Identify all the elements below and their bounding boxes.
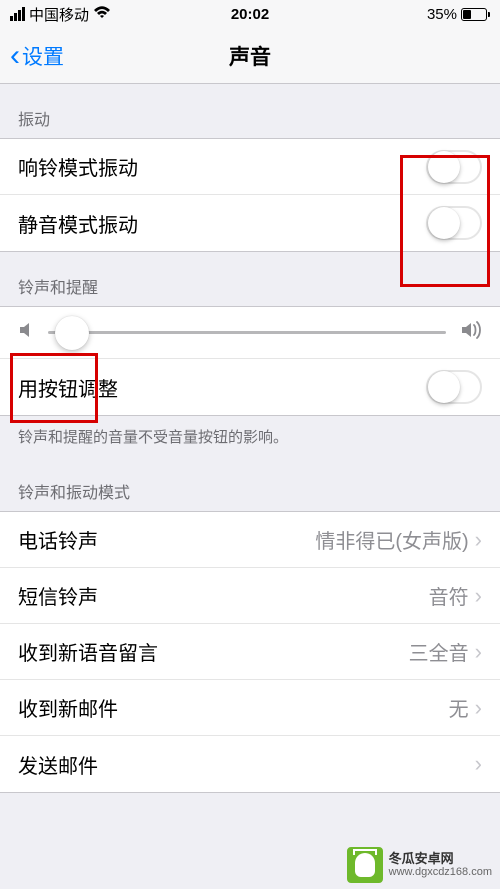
chevron-right-icon: › (475, 527, 482, 553)
chevron-right-icon: › (475, 751, 482, 777)
cell-label: 发送邮件 (18, 750, 98, 779)
signal-icon (10, 7, 25, 21)
chevron-right-icon: › (475, 583, 482, 609)
section-header-vibration: 振动 (0, 84, 500, 138)
cell-value: 三全音 (409, 637, 469, 666)
sounds-group: 电话铃声 情非得已(女声版) › 短信铃声 音符 › 收到新语音留言 三全音 ›… (0, 511, 500, 793)
back-label: 设置 (22, 41, 64, 71)
section-header-sounds: 铃声和振动模式 (0, 457, 500, 511)
battery-icon (461, 8, 490, 21)
toggle-silent-vibrate[interactable] (426, 206, 482, 240)
status-bar: 中国移动 20:02 35% (0, 0, 500, 28)
cell-value: 情非得已(女声版) (315, 525, 468, 554)
slider-knob[interactable] (55, 316, 89, 350)
watermark: 冬瓜安卓网 www.dgxcdz168.com (347, 847, 492, 883)
cell-label: 短信铃声 (18, 581, 98, 610)
chevron-left-icon: ‹ (10, 41, 20, 71)
toggle-ring-vibrate[interactable] (426, 150, 482, 184)
cell-value: 音符 (429, 581, 469, 610)
status-time: 20:02 (231, 6, 269, 23)
cell-ringtone[interactable]: 电话铃声 情非得已(女声版) › (0, 512, 500, 568)
carrier-text: 中国移动 (29, 4, 89, 25)
back-button[interactable]: ‹ 设置 (10, 41, 64, 71)
volume-low-icon (18, 321, 34, 344)
wifi-icon (93, 5, 111, 23)
vibration-group: 响铃模式振动 静音模式振动 (0, 138, 500, 252)
watermark-logo-icon (347, 847, 383, 883)
cell-sent-mail[interactable]: 发送邮件 › (0, 736, 500, 792)
section-header-ringer: 铃声和提醒 (0, 252, 500, 306)
battery-pct: 35% (427, 6, 457, 23)
cell-text-tone[interactable]: 短信铃声 音符 › (0, 568, 500, 624)
toggle-button-adjust[interactable] (426, 370, 482, 404)
ringer-footnote: 铃声和提醒的音量不受音量按钮的影响。 (0, 416, 500, 457)
chevron-right-icon: › (475, 639, 482, 665)
cell-label: 静音模式振动 (18, 209, 138, 238)
cell-value: 无 (449, 693, 469, 722)
cell-label: 电话铃声 (18, 525, 98, 554)
chevron-right-icon: › (475, 695, 482, 721)
ringer-group: 用按钮调整 (0, 306, 500, 416)
cell-silent-vibrate[interactable]: 静音模式振动 (0, 195, 500, 251)
cell-new-mail[interactable]: 收到新邮件 无 › (0, 680, 500, 736)
volume-high-icon (460, 321, 482, 344)
cell-button-adjust[interactable]: 用按钮调整 (0, 359, 500, 415)
cell-label: 收到新邮件 (18, 693, 118, 722)
volume-slider-cell[interactable] (0, 307, 500, 359)
cell-voicemail[interactable]: 收到新语音留言 三全音 › (0, 624, 500, 680)
cell-ring-vibrate[interactable]: 响铃模式振动 (0, 139, 500, 195)
nav-bar: ‹ 设置 声音 (0, 28, 500, 84)
cell-label: 响铃模式振动 (18, 152, 138, 181)
cell-label: 收到新语音留言 (18, 637, 158, 666)
cell-label: 用按钮调整 (18, 373, 118, 402)
page-title: 声音 (229, 41, 271, 71)
watermark-name: 冬瓜安卓网 (389, 852, 492, 866)
watermark-url: www.dgxcdz168.com (389, 866, 492, 878)
volume-slider[interactable] (48, 331, 446, 334)
